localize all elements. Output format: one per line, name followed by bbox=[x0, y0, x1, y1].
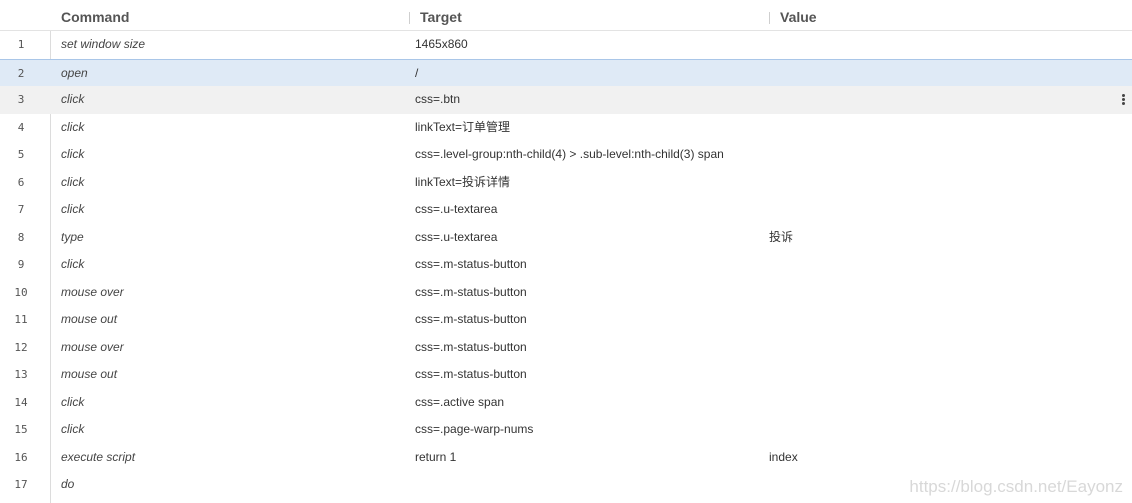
watermark: https://blog.csdn.net/Eayonz bbox=[909, 477, 1123, 496]
target-cell[interactable]: / bbox=[415, 60, 418, 88]
table-row[interactable]: 7 click css=.u-textarea bbox=[0, 196, 1132, 224]
row-number: 4 bbox=[17, 120, 25, 134]
command-cell[interactable]: click bbox=[61, 141, 84, 169]
command-cell[interactable]: click bbox=[61, 114, 84, 142]
command-cell[interactable]: mouse out bbox=[61, 361, 117, 389]
table-row[interactable]: 15 click css=.page-warp-nums bbox=[0, 416, 1132, 444]
command-cell[interactable]: click bbox=[61, 416, 84, 444]
table-row[interactable]: 11 mouse out css=.m-status-button bbox=[0, 306, 1132, 334]
target-cell[interactable]: return 1 bbox=[415, 444, 456, 472]
row-number: 12 bbox=[14, 340, 28, 354]
row-number: 1 bbox=[17, 38, 25, 51]
command-cell[interactable]: mouse out bbox=[61, 306, 117, 334]
command-cell[interactable]: click bbox=[61, 389, 84, 417]
row-number: 13 bbox=[14, 368, 28, 381]
column-header-command[interactable]: Command bbox=[61, 0, 129, 31]
command-cell[interactable]: click bbox=[61, 196, 84, 224]
table-row[interactable]: 10 mouse over css=.m-status-button bbox=[0, 279, 1132, 307]
row-number: 11 bbox=[14, 313, 28, 326]
column-resize-handle[interactable] bbox=[409, 12, 410, 24]
table-row[interactable]: 6 click linkText=投诉详情 bbox=[0, 169, 1132, 197]
target-cell[interactable]: css=.m-status-button bbox=[415, 279, 527, 307]
table-header: Command Target Value bbox=[0, 0, 1132, 31]
row-number: 16 bbox=[14, 450, 28, 464]
row-number: 7 bbox=[17, 203, 25, 216]
more-vertical-icon[interactable] bbox=[1122, 94, 1126, 106]
row-number: 2 bbox=[17, 66, 25, 80]
row-number: 15 bbox=[14, 423, 28, 436]
value-cell[interactable]: index bbox=[769, 444, 798, 472]
command-cell[interactable]: execute script bbox=[61, 444, 135, 472]
target-cell[interactable]: css=.m-status-button bbox=[415, 251, 527, 279]
table-row[interactable]: 5 click css=.level-group:nth-child(4) > .s… bbox=[0, 141, 1132, 169]
test-steps-table: Command Target Value 1 set window size 146… bbox=[0, 0, 1132, 503]
target-cell[interactable]: linkText=投诉详情 bbox=[415, 169, 510, 197]
target-cell[interactable]: css=.level-group:nth-child(4) > .sub-lev… bbox=[415, 141, 724, 169]
row-number: 14 bbox=[14, 395, 28, 409]
command-cell[interactable]: set window size bbox=[61, 31, 145, 59]
target-cell[interactable]: css=.active span bbox=[415, 389, 504, 417]
row-number: 6 bbox=[17, 175, 25, 189]
command-cell[interactable]: mouse over bbox=[61, 334, 124, 362]
column-header-value[interactable]: Value bbox=[780, 0, 817, 31]
table-row[interactable]: 8 type css=.u-textarea 投诉 bbox=[0, 224, 1132, 252]
table-row[interactable]: 13 mouse out css=.m-status-button bbox=[0, 361, 1132, 389]
target-cell[interactable]: css=.m-status-button bbox=[415, 361, 527, 389]
command-cell[interactable]: type bbox=[61, 224, 84, 252]
command-cell[interactable]: click bbox=[61, 251, 84, 279]
table-body: 1 set window size 1465x860 2 open / 3 click css=… bbox=[0, 31, 1132, 499]
target-cell[interactable]: css=.u-textarea bbox=[415, 224, 497, 252]
command-cell[interactable]: click bbox=[61, 169, 84, 197]
row-number: 17 bbox=[14, 478, 28, 491]
target-cell[interactable]: linkText=订单管理 bbox=[415, 114, 510, 142]
target-cell[interactable]: 1465x860 bbox=[415, 31, 468, 59]
row-number: 5 bbox=[17, 148, 25, 161]
target-cell[interactable]: css=.m-status-button bbox=[415, 334, 527, 362]
table-row[interactable]: 9 click css=.m-status-button bbox=[0, 251, 1132, 279]
table-row[interactable]: 1 set window size 1465x860 bbox=[0, 31, 1132, 59]
table-row[interactable]: 2 open / bbox=[0, 58, 1132, 88]
table-row[interactable]: 4 click linkText=订单管理 bbox=[0, 114, 1132, 142]
target-cell[interactable]: css=.btn bbox=[415, 86, 460, 114]
table-row[interactable]: 14 click css=.active span bbox=[0, 389, 1132, 417]
row-number: 9 bbox=[17, 258, 25, 271]
command-cell[interactable]: do bbox=[61, 471, 74, 499]
row-number: 10 bbox=[14, 285, 28, 299]
row-number: 3 bbox=[17, 93, 25, 106]
value-cell[interactable]: 投诉 bbox=[769, 224, 793, 252]
column-header-target[interactable]: Target bbox=[420, 0, 462, 31]
command-cell[interactable]: open bbox=[61, 60, 88, 88]
table-row[interactable]: 3 click css=.btn bbox=[0, 86, 1132, 114]
row-number: 8 bbox=[17, 230, 25, 244]
command-cell[interactable]: mouse over bbox=[61, 279, 124, 307]
target-cell[interactable]: css=.m-status-button bbox=[415, 306, 527, 334]
target-cell[interactable]: css=.page-warp-nums bbox=[415, 416, 533, 444]
column-resize-handle[interactable] bbox=[769, 12, 770, 24]
command-cell[interactable]: click bbox=[61, 86, 84, 114]
table-row[interactable]: 16 execute script return 1 index bbox=[0, 444, 1132, 472]
table-row[interactable]: 12 mouse over css=.m-status-button bbox=[0, 334, 1132, 362]
target-cell[interactable]: css=.u-textarea bbox=[415, 196, 497, 224]
